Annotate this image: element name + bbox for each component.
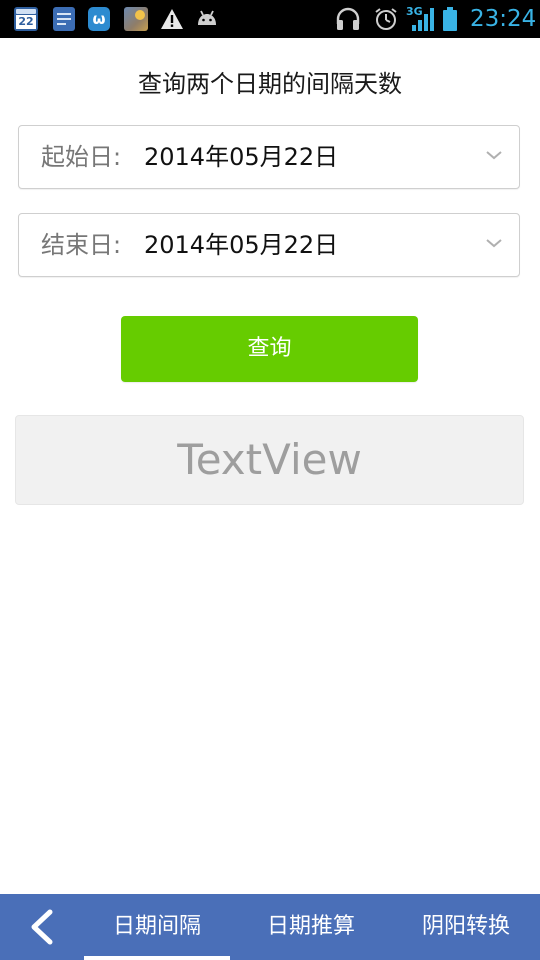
news-icon	[53, 7, 75, 31]
bottom-tab-bar: 日期间隔 日期推算 阴阳转换	[0, 894, 540, 960]
chevron-down-icon	[486, 239, 502, 248]
chevron-left-icon[interactable]	[20, 907, 64, 947]
weather-icon	[124, 7, 148, 31]
end-date-value: 2014年05月22日	[144, 231, 339, 259]
chevron-down-icon	[486, 151, 502, 160]
status-time: 23:24	[470, 6, 537, 32]
start-date-picker[interactable]: 起始日: 2014年05月22日	[18, 125, 520, 189]
query-button[interactable]: 查询	[121, 316, 418, 382]
end-date-label: 结束日:	[41, 231, 122, 259]
tab-date-calculation[interactable]: 日期推算	[238, 894, 384, 960]
calendar-icon: 22	[14, 7, 38, 31]
tab-date-interval[interactable]: 日期间隔	[84, 894, 230, 960]
signal-icon	[412, 8, 434, 31]
tab-lunar-solar-conversion[interactable]: 阴阳转换	[392, 894, 540, 960]
alarm-icon	[375, 8, 397, 30]
start-date-label: 起始日:	[41, 143, 122, 171]
warning-icon	[161, 9, 183, 29]
selected-tab-indicator	[84, 956, 230, 960]
battery-icon	[443, 7, 457, 31]
headphone-icon	[336, 7, 360, 30]
result-text: TextView	[15, 415, 524, 505]
status-bar: 22 ω 3G 23:24	[0, 0, 540, 38]
page-title: 查询两个日期的间隔天数	[138, 70, 402, 98]
end-date-picker[interactable]: 结束日: 2014年05月22日	[18, 213, 520, 277]
calendar-icon-number: 22	[16, 15, 36, 29]
app-screen: 22 ω 3G 23:24 查询两个日期的间隔天数 起始日: 2014年05月2…	[0, 0, 540, 960]
app-icon: ω	[88, 7, 110, 31]
android-icon	[198, 10, 216, 25]
start-date-value: 2014年05月22日	[144, 143, 339, 171]
